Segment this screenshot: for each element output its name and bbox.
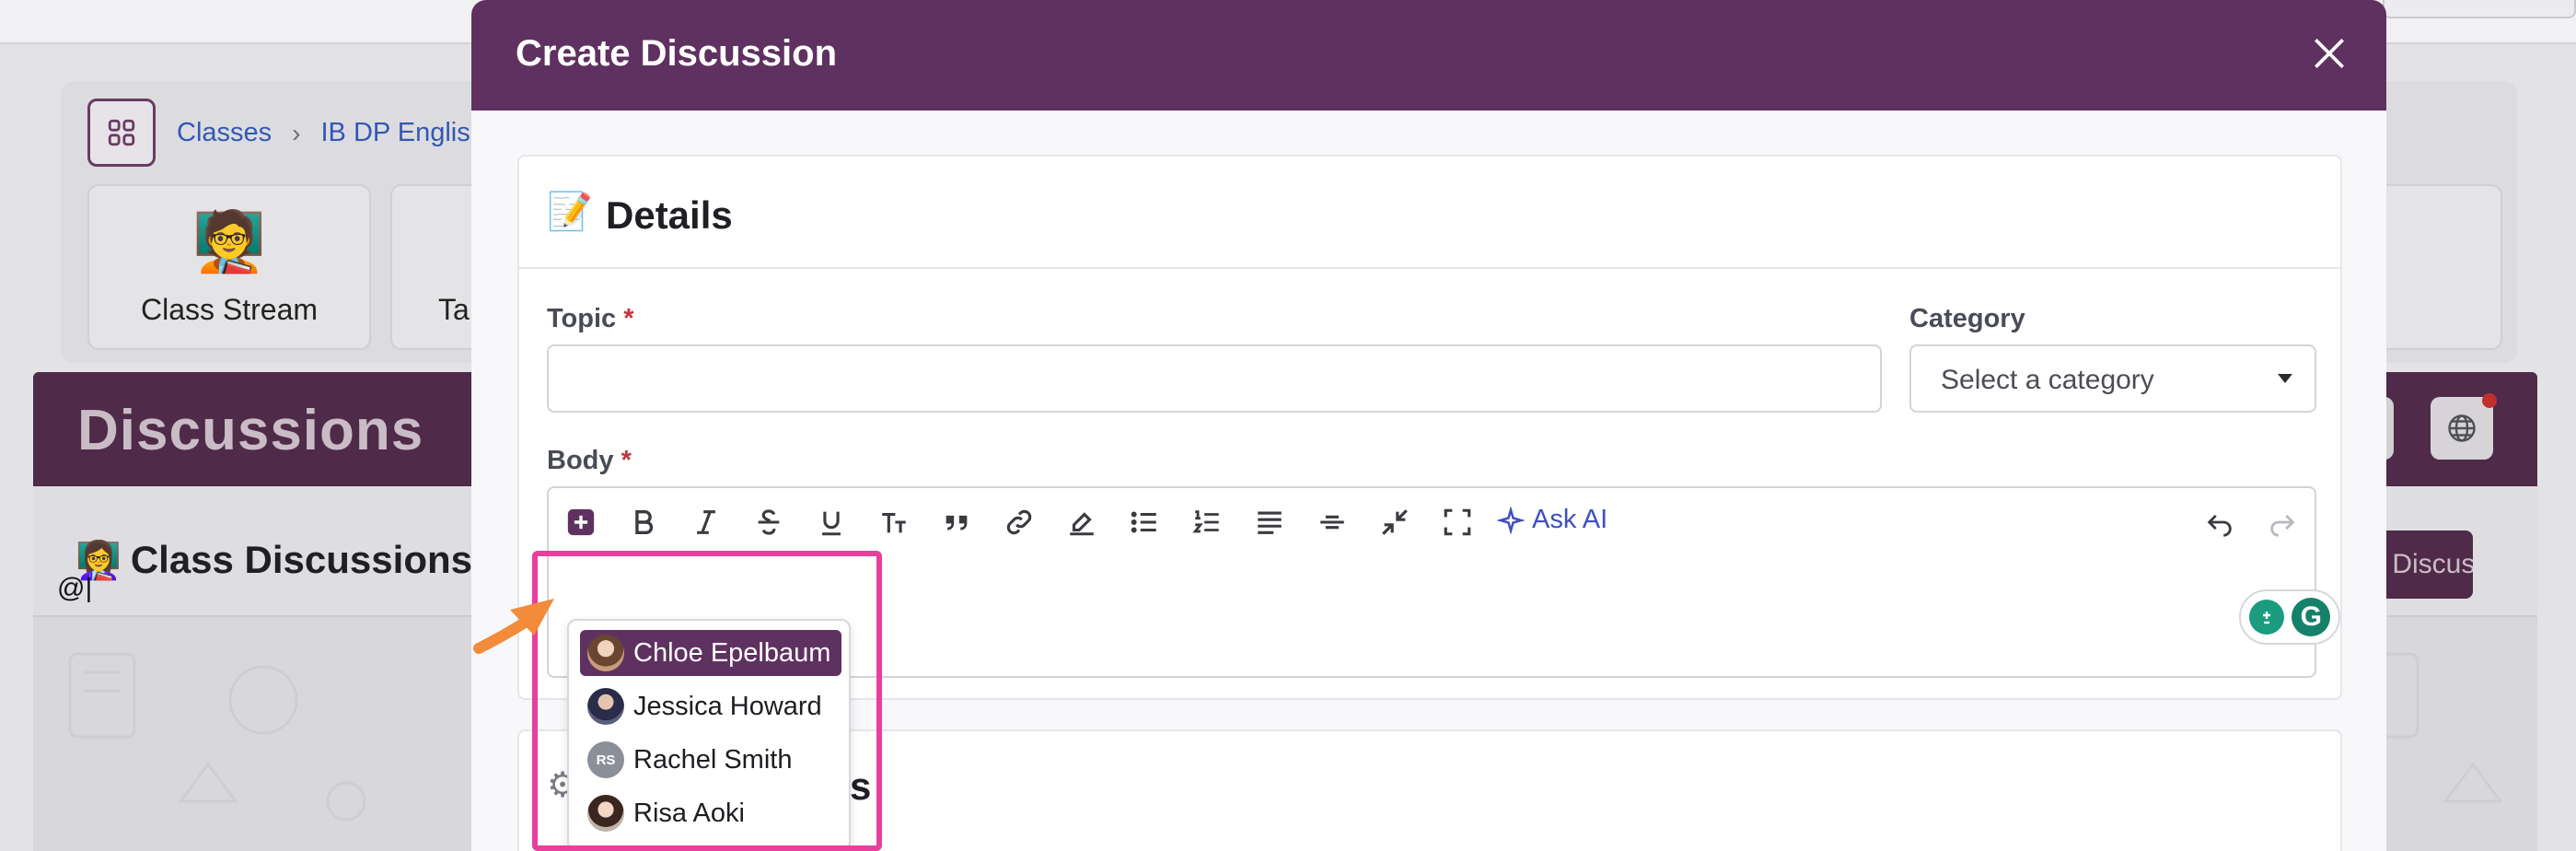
close-icon bbox=[2315, 39, 2344, 68]
ask-ai-button[interactable]: Ask AI bbox=[1497, 505, 1607, 535]
apps-grid-button[interactable] bbox=[87, 99, 156, 167]
horizontal-rule-icon[interactable] bbox=[1315, 505, 1350, 540]
memo-icon: 📝 bbox=[547, 192, 593, 232]
redo-icon[interactable] bbox=[2265, 505, 2300, 540]
avatar bbox=[587, 688, 624, 725]
numbered-list-icon[interactable] bbox=[1189, 505, 1224, 540]
mention-item-chloe[interactable]: Chloe Epelbaum bbox=[580, 630, 841, 676]
required-mark: * bbox=[621, 446, 632, 475]
topic-label: Topic * bbox=[547, 304, 634, 334]
class-discussions-label: Class Discussions bbox=[130, 538, 472, 581]
align-icon[interactable] bbox=[1252, 505, 1287, 540]
class-stream-icon: 🧑‍🏫 bbox=[192, 208, 266, 274]
insert-icon[interactable] bbox=[563, 505, 598, 540]
breadcrumb-classes[interactable]: Classes bbox=[177, 118, 272, 148]
class-discussions-title: 👩‍🏫 Class Discussions bbox=[75, 538, 472, 582]
mention-dropdown: Chloe Epelbaum Jessica Howard RS Rachel … bbox=[567, 619, 851, 851]
globe-icon bbox=[2448, 414, 2476, 442]
mention-item-risa[interactable]: Risa Aoki bbox=[580, 790, 841, 836]
chevron-right-icon: › bbox=[292, 118, 301, 147]
mention-name: Rachel Smith bbox=[633, 744, 793, 775]
page-title: Discussions bbox=[77, 399, 424, 462]
breadcrumb-class[interactable]: IB DP English bbox=[320, 118, 484, 148]
grid-icon bbox=[108, 119, 135, 146]
notification-dot bbox=[2482, 393, 2497, 408]
avatar bbox=[587, 795, 624, 832]
modal-title: Create Discussion bbox=[516, 33, 838, 74]
mention-name: Chloe Epelbaum bbox=[633, 637, 831, 668]
required-mark: * bbox=[623, 304, 634, 333]
language-button[interactable] bbox=[2431, 393, 2497, 460]
fullscreen-icon[interactable] bbox=[1440, 505, 1475, 540]
grammarly-widget[interactable]: G bbox=[2239, 589, 2340, 645]
top-right-button[interactable] bbox=[2383, 0, 2576, 18]
doodle-pattern bbox=[68, 652, 366, 822]
pointer-arrow-icon bbox=[473, 599, 554, 654]
breadcrumb: Classes › IB DP English bbox=[177, 118, 485, 148]
editor-text: @| bbox=[57, 573, 93, 603]
quote-icon[interactable] bbox=[939, 505, 974, 540]
strikethrough-icon[interactable] bbox=[751, 505, 786, 540]
tile-class-stream[interactable]: 🧑‍🏫 Class Stream bbox=[87, 184, 371, 350]
collapse-icon[interactable] bbox=[1377, 505, 1412, 540]
tile-label: Class Stream bbox=[140, 293, 319, 326]
details-title: Details bbox=[606, 193, 733, 237]
mention-name: Risa Aoki bbox=[633, 798, 745, 828]
sparkle-icon bbox=[1497, 506, 1525, 534]
category-select[interactable]: Select a category bbox=[1909, 344, 2316, 413]
close-button[interactable] bbox=[2309, 33, 2350, 74]
avatar bbox=[587, 635, 624, 671]
details-header: 📝 Details bbox=[519, 157, 2340, 269]
link-icon[interactable] bbox=[1002, 505, 1037, 540]
ask-ai-label: Ask AI bbox=[1532, 505, 1608, 534]
avatar: RS bbox=[587, 741, 624, 778]
mention-name: Jessica Howard bbox=[633, 691, 822, 721]
body-label: Body * bbox=[547, 446, 632, 476]
topic-label-text: Topic bbox=[547, 304, 617, 333]
body-label-text: Body bbox=[547, 446, 614, 475]
text-size-icon[interactable] bbox=[876, 505, 911, 540]
category-label: Category bbox=[1909, 304, 2025, 333]
modal-header: Create Discussion bbox=[471, 0, 2386, 111]
topic-input[interactable] bbox=[547, 344, 1882, 413]
grammarly-icon[interactable]: G bbox=[2292, 598, 2331, 636]
bold-icon[interactable] bbox=[626, 505, 661, 540]
highlight-icon[interactable] bbox=[1064, 505, 1099, 540]
bullet-list-icon[interactable] bbox=[1127, 505, 1162, 540]
italic-icon[interactable] bbox=[689, 505, 724, 540]
caret-down-icon bbox=[2278, 374, 2292, 383]
undo-icon[interactable] bbox=[2202, 505, 2237, 540]
underline-icon[interactable] bbox=[814, 505, 849, 540]
mention-item-jessica[interactable]: Jessica Howard bbox=[580, 683, 841, 729]
mention-item-rachel[interactable]: RS Rachel Smith bbox=[580, 737, 841, 783]
editor-toolbar: Ask AI bbox=[547, 486, 2316, 554]
category-placeholder: Select a category bbox=[1941, 365, 2154, 395]
lightbulb-icon[interactable] bbox=[2248, 600, 2284, 635]
